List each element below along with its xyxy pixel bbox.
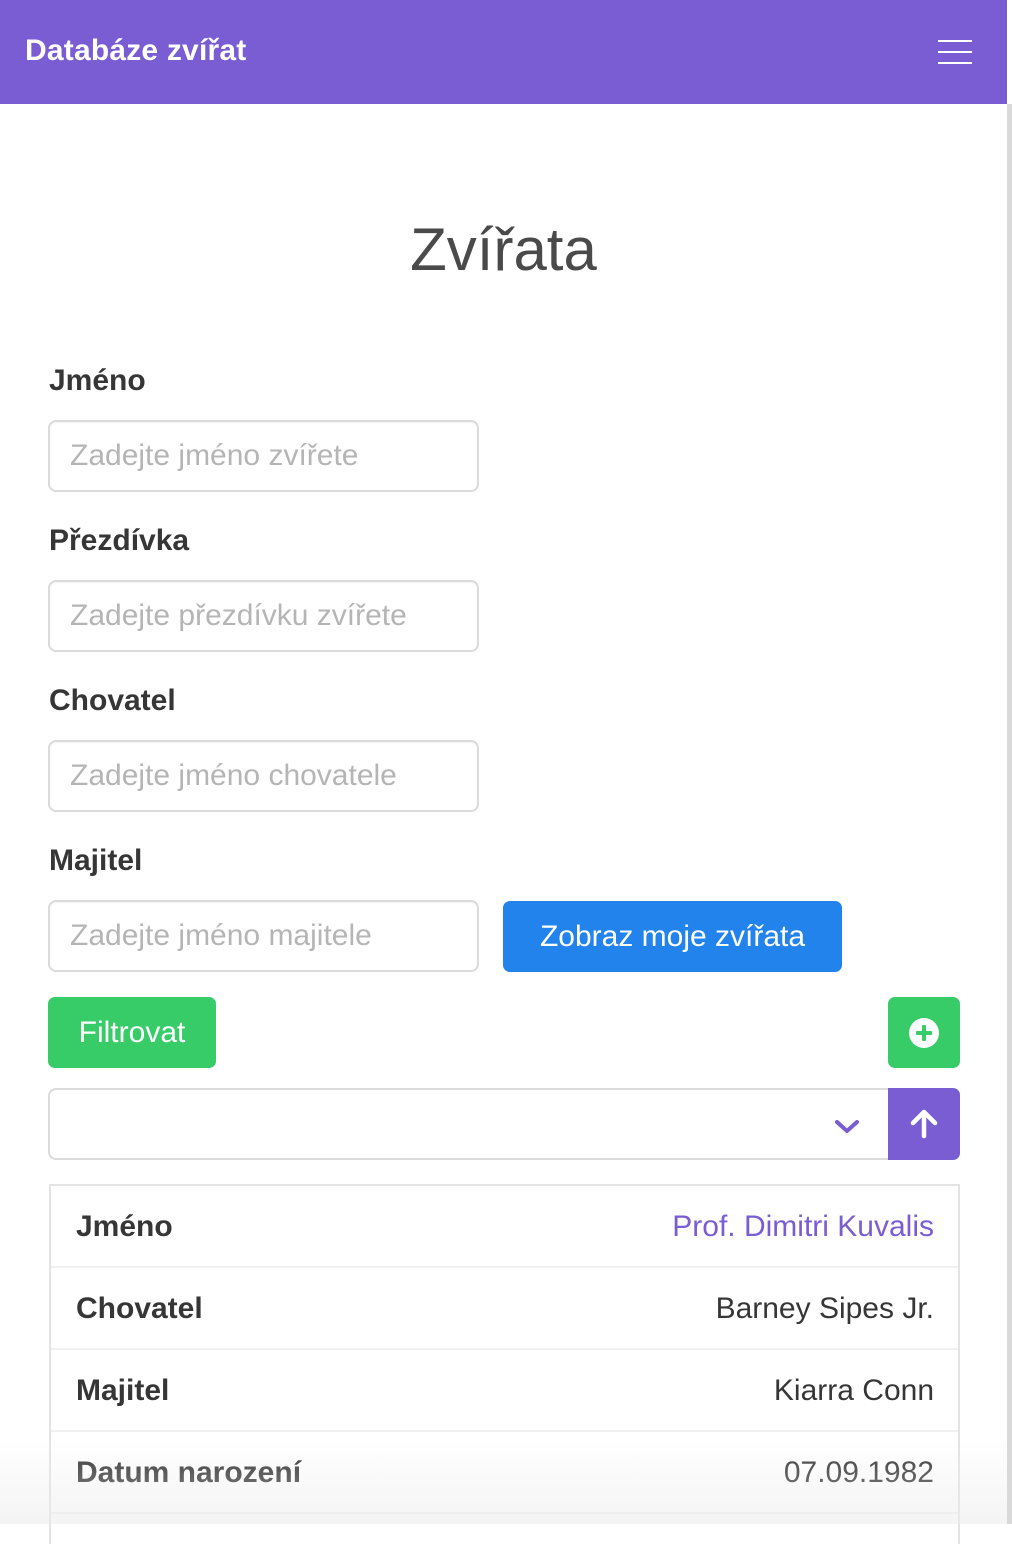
sort-select[interactable] [48, 1088, 889, 1160]
row-key: Chovatel [76, 1292, 203, 1325]
scrollbar-edge-top [1007, 0, 1012, 104]
sort-select-field[interactable] [50, 1090, 889, 1158]
detail-row-breeder: Chovatel Barney Sipes Jr. [51, 1268, 958, 1350]
nickname-input[interactable] [48, 580, 479, 652]
owner-input[interactable] [48, 900, 479, 972]
sort-direction-button[interactable] [888, 1088, 960, 1160]
navbar: Databáze zvířat [0, 0, 1007, 104]
nickname-label: Přezdívka [49, 524, 190, 557]
add-animal-button[interactable] [888, 997, 960, 1068]
row-value: Barney Sipes Jr. [715, 1292, 934, 1325]
plus-circle-icon [909, 1017, 939, 1048]
arrow-up-icon [910, 1109, 938, 1139]
animal-card: Jméno Prof. Dimitri Kuvalis Chovatel Bar… [49, 1184, 960, 1544]
breeder-input[interactable] [48, 740, 479, 812]
detail-row-owner: Majitel Kiarra Conn [51, 1350, 958, 1432]
hamburger-menu-icon[interactable] [938, 40, 972, 64]
animal-name-link[interactable]: Prof. Dimitri Kuvalis [672, 1210, 934, 1244]
breeder-label: Chovatel [49, 684, 176, 717]
owner-label: Majitel [49, 844, 143, 877]
row-value: 07.09.1982 [783, 1456, 934, 1489]
detail-row-name: Jméno Prof. Dimitri Kuvalis [51, 1186, 958, 1268]
scrollbar-edge [1007, 0, 1012, 1524]
name-input[interactable] [48, 420, 479, 492]
filter-button[interactable]: Filtrovat [48, 997, 216, 1068]
navbar-brand[interactable]: Databáze zvířat [25, 34, 246, 68]
row-key: Jméno [76, 1210, 173, 1243]
detail-row-birthdate: Datum narození 07.09.1982 [51, 1432, 958, 1514]
row-key: Majitel [76, 1374, 170, 1407]
show-my-animals-button[interactable]: Zobraz moje zvířata [503, 901, 842, 972]
name-label: Jméno [49, 364, 146, 397]
row-key: Datum narození [76, 1456, 302, 1489]
page-title: Zvířata [410, 216, 597, 283]
row-value: Kiarra Conn [773, 1374, 934, 1407]
